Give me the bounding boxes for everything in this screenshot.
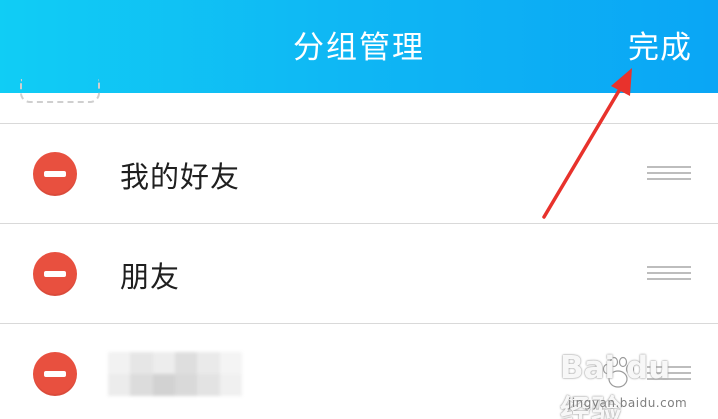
group-name: 我的好友	[120, 160, 241, 194]
add-group-button[interactable]	[20, 79, 100, 103]
group-row	[0, 324, 718, 419]
group-row: 我的好友	[0, 124, 718, 224]
done-button[interactable]: 完成	[628, 22, 692, 67]
drag-handle-icon[interactable]	[647, 366, 691, 380]
page-title: 分组管理	[293, 30, 425, 66]
group-name: 朋友	[120, 260, 181, 294]
add-group-area	[0, 79, 718, 124]
minus-circle-icon[interactable]	[33, 152, 77, 196]
group-management-screen: 分组管理 完成 我的好友 朋友 Bai du 经验 jingyan.baidu.…	[0, 0, 718, 419]
drag-handle-icon[interactable]	[647, 166, 691, 180]
minus-circle-icon[interactable]	[33, 252, 77, 296]
minus-circle-icon[interactable]	[33, 352, 77, 396]
drag-handle-icon[interactable]	[647, 266, 691, 280]
blurred-group-name	[108, 352, 242, 396]
group-row: 朋友	[0, 224, 718, 324]
top-bar: 分组管理 完成	[0, 0, 718, 93]
